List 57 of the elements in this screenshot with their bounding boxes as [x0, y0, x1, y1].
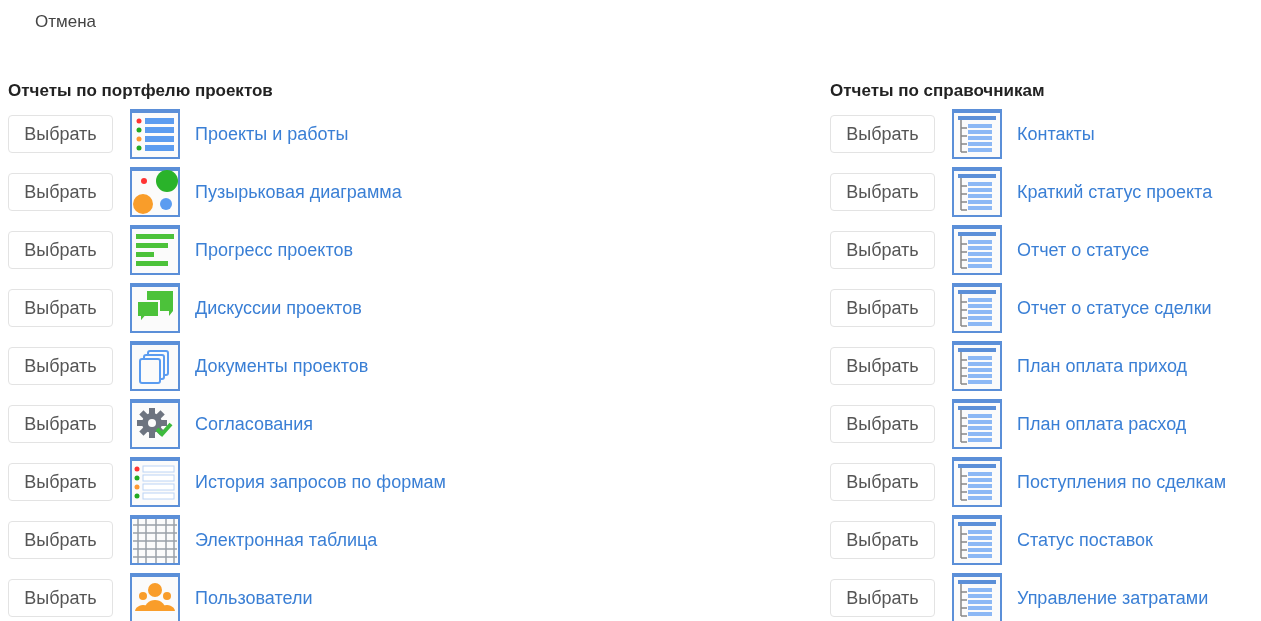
cancel-link[interactable]: Отмена [35, 10, 96, 34]
bubble-chart-icon [130, 167, 180, 217]
tree-table-icon [952, 283, 1002, 333]
report-link[interactable]: Отчет о статусе [1017, 239, 1150, 261]
tree-table-icon [952, 341, 1002, 391]
report-link[interactable]: Пользователи [195, 587, 313, 609]
tree-table-icon [952, 167, 1002, 217]
select-button[interactable]: Выбрать [830, 347, 935, 385]
select-button[interactable]: Выбрать [830, 289, 935, 327]
report-link[interactable]: Отчет о статусе сделки [1017, 297, 1212, 319]
spreadsheet-icon [130, 515, 180, 565]
select-button[interactable]: Выбрать [830, 521, 935, 559]
chat-icon [130, 283, 180, 333]
report-link[interactable]: История запросов по формам [195, 471, 446, 493]
gear-check-icon [130, 399, 180, 449]
select-button[interactable]: Выбрать [8, 173, 113, 211]
select-button[interactable]: Выбрать [830, 405, 935, 443]
bar-chart-icon [130, 225, 180, 275]
report-link[interactable]: План оплата приход [1017, 355, 1188, 377]
report-link[interactable]: Дискуссии проектов [195, 297, 362, 319]
select-button[interactable]: Выбрать [830, 173, 935, 211]
tree-table-icon [952, 109, 1002, 159]
tree-table-icon [952, 399, 1002, 449]
select-button[interactable]: Выбрать [8, 579, 113, 617]
select-button[interactable]: Выбрать [8, 347, 113, 385]
select-button[interactable]: Выбрать [830, 579, 935, 617]
section-title: Отчеты по справочникам [830, 81, 1046, 102]
report-link[interactable]: Статус поставок [1017, 529, 1153, 551]
select-button[interactable]: Выбрать [8, 463, 113, 501]
tree-table-icon [952, 515, 1002, 565]
report-link[interactable]: Краткий статус проекта [1017, 181, 1213, 203]
select-button[interactable]: Выбрать [830, 231, 935, 269]
report-link[interactable]: Проекты и работы [195, 123, 349, 145]
section-title: Отчеты по портфелю проектов [8, 81, 274, 102]
report-link[interactable]: Пузырьковая диаграмма [195, 181, 402, 203]
select-button[interactable]: Выбрать [8, 521, 113, 559]
report-link[interactable]: Управление затратами [1017, 587, 1209, 609]
select-button[interactable]: Выбрать [8, 405, 113, 443]
select-button[interactable]: Выбрать [830, 115, 935, 153]
report-link[interactable]: Прогресс проектов [195, 239, 354, 261]
select-button[interactable]: Выбрать [830, 463, 935, 501]
select-button[interactable]: Выбрать [8, 289, 113, 327]
report-link[interactable]: Согласования [195, 413, 314, 435]
report-link[interactable]: План оплата расход [1017, 413, 1187, 435]
documents-icon [130, 341, 180, 391]
form-list-icon [130, 457, 180, 507]
tree-table-icon [952, 457, 1002, 507]
list-icon [130, 109, 180, 159]
report-link[interactable]: Документы проектов [195, 355, 369, 377]
tree-table-icon [952, 573, 1002, 621]
select-button[interactable]: Выбрать [8, 115, 113, 153]
report-link[interactable]: Электронная таблица [195, 529, 378, 551]
select-button[interactable]: Выбрать [8, 231, 113, 269]
report-link[interactable]: Поступления по сделкам [1017, 471, 1227, 493]
tree-table-icon [952, 225, 1002, 275]
users-icon [130, 573, 180, 621]
report-link[interactable]: Контакты [1017, 123, 1095, 145]
